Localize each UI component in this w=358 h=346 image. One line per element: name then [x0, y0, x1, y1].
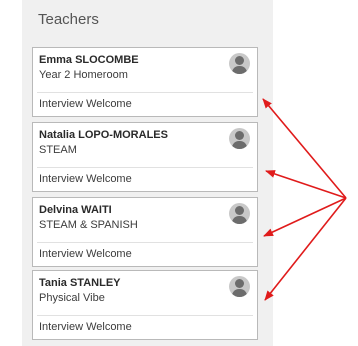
annotation-arrow: [263, 197, 347, 237]
annotation-arrows: [262, 98, 347, 301]
annotation-arrow: [264, 197, 347, 301]
